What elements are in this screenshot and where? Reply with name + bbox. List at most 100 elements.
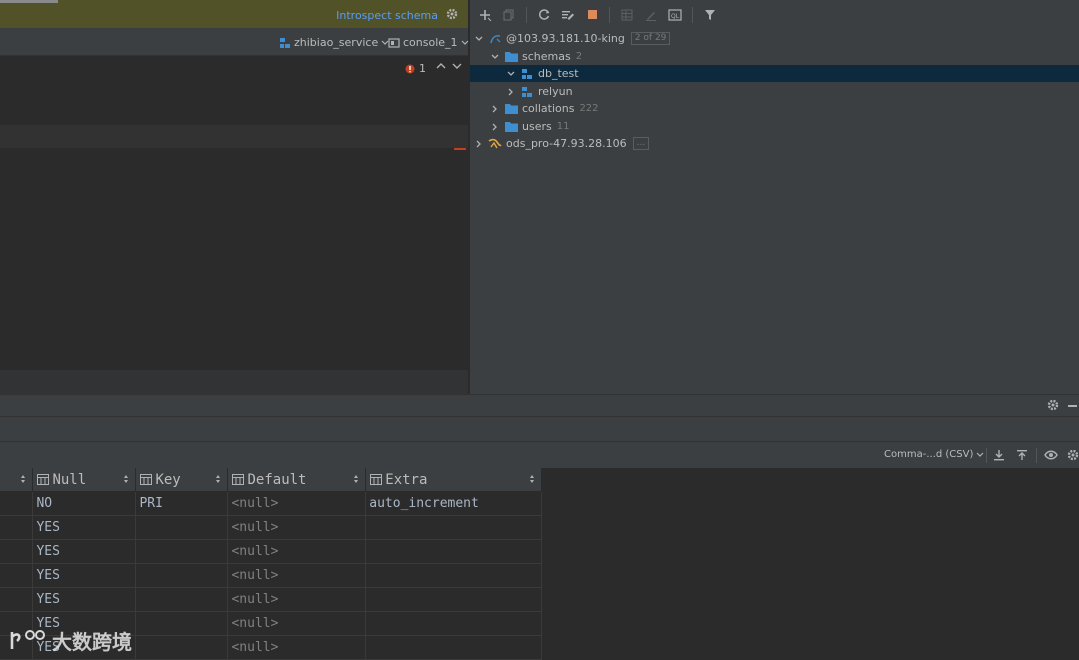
- table-cell[interactable]: YES: [32, 515, 137, 540]
- tree-schemas[interactable]: schemas 2: [470, 48, 1079, 65]
- table-cell[interactable]: <null>: [227, 539, 367, 564]
- tree-collations[interactable]: collations 222: [470, 100, 1079, 117]
- sort-icon[interactable]: [529, 474, 535, 484]
- table-cell[interactable]: YES: [32, 563, 137, 588]
- sql-console-icon[interactable]: QL: [666, 6, 684, 24]
- pencil-icon[interactable]: [642, 6, 660, 24]
- table-cell[interactable]: <null>: [227, 611, 367, 636]
- tree-schema-relyun[interactable]: relyun: [470, 83, 1079, 100]
- table-cell[interactable]: NO: [32, 491, 137, 516]
- export-format-selector[interactable]: Comma-...d (CSV): [884, 449, 984, 460]
- table-cell[interactable]: <null>: [227, 563, 367, 588]
- table-cell[interactable]: [0, 635, 34, 660]
- table-cell[interactable]: [135, 563, 229, 588]
- chevron-right-icon[interactable]: [489, 103, 501, 115]
- gear-icon[interactable]: [1065, 447, 1079, 463]
- column-header-null[interactable]: Null: [32, 468, 137, 492]
- error-indicator[interactable]: 1: [405, 62, 426, 75]
- gear-icon[interactable]: [1047, 399, 1059, 411]
- table-cell[interactable]: [0, 491, 34, 516]
- datasource-selector[interactable]: zhibiao_service: [279, 36, 389, 49]
- table-row[interactable]: YES <null>: [0, 539, 542, 564]
- table-cell[interactable]: [365, 611, 542, 636]
- sql-editor[interactable]: [0, 148, 468, 370]
- table-cell[interactable]: [0, 539, 34, 564]
- download-icon[interactable]: [991, 447, 1007, 463]
- chevron-right-icon[interactable]: [489, 121, 501, 133]
- table-cell[interactable]: [0, 515, 34, 540]
- table-cell[interactable]: [365, 539, 542, 564]
- column-header-partial[interactable]: [0, 468, 34, 492]
- sort-icon[interactable]: [123, 474, 129, 484]
- tree-count: 222: [579, 103, 599, 114]
- table-cell[interactable]: auto_increment: [365, 491, 542, 516]
- table-row[interactable]: YES <null>: [0, 515, 542, 540]
- table-cell[interactable]: YES: [32, 611, 137, 636]
- table-row[interactable]: YES <null>: [0, 611, 542, 636]
- tree-datasource-king[interactable]: @103.93.181.10-king 2 of 29: [470, 30, 1079, 47]
- table-row[interactable]: YES <null>: [0, 635, 542, 660]
- tree-label: collations: [522, 102, 575, 115]
- tree-schema-db-test[interactable]: db_test: [470, 65, 1079, 82]
- add-icon[interactable]: [476, 6, 494, 24]
- chevron-right-icon[interactable]: [505, 86, 517, 98]
- chevron-down-icon[interactable]: [505, 68, 517, 80]
- table-cell[interactable]: [365, 587, 542, 612]
- table-row[interactable]: NO PRI <null> auto_increment: [0, 491, 542, 516]
- upload-icon[interactable]: [1014, 447, 1030, 463]
- more-badge[interactable]: ...: [632, 137, 650, 150]
- tree-datasource-ods-pro[interactable]: ods_pro-47.93.28.106 ...: [470, 135, 1079, 152]
- sort-icon[interactable]: [353, 474, 359, 484]
- table-cell[interactable]: [135, 515, 229, 540]
- column-header-default[interactable]: Default: [227, 468, 367, 492]
- toolbar-separator: [526, 6, 527, 23]
- table-row[interactable]: YES <null>: [0, 563, 542, 588]
- chevron-up-icon[interactable]: [436, 61, 446, 71]
- chevron-down-icon[interactable]: [489, 51, 501, 63]
- copy-icon[interactable]: [500, 6, 518, 24]
- edit-properties-icon[interactable]: [559, 6, 577, 24]
- table-cell[interactable]: [135, 635, 229, 660]
- table-cell[interactable]: <null>: [227, 515, 367, 540]
- table-cell[interactable]: [365, 515, 542, 540]
- eye-icon[interactable]: [1043, 447, 1059, 463]
- filter-icon[interactable]: [701, 6, 719, 24]
- table-cell[interactable]: [135, 611, 229, 636]
- table-cell[interactable]: <null>: [227, 587, 367, 612]
- table-cell[interactable]: <null>: [227, 635, 367, 660]
- table-cell[interactable]: <null>: [227, 491, 367, 516]
- column-header-extra[interactable]: Extra: [365, 468, 542, 492]
- minimize-icon[interactable]: [1068, 405, 1077, 407]
- editor-caret-line[interactable]: [0, 125, 468, 148]
- sort-icon[interactable]: [215, 474, 221, 484]
- table-cell[interactable]: [135, 539, 229, 564]
- chevron-down-icon[interactable]: [452, 61, 462, 71]
- table-row[interactable]: YES <null>: [0, 587, 542, 612]
- sort-icon[interactable]: [20, 474, 26, 484]
- introspect-schema-link[interactable]: Introspect schema: [336, 9, 438, 22]
- tree-users[interactable]: users 11: [470, 118, 1079, 135]
- tree-label: relyun: [538, 85, 573, 98]
- table-cell[interactable]: [0, 587, 34, 612]
- folder-icon: [504, 120, 518, 134]
- table-cell[interactable]: YES: [32, 587, 137, 612]
- chevron-right-icon[interactable]: [473, 138, 485, 150]
- refresh-icon[interactable]: [535, 6, 553, 24]
- table-cell[interactable]: [0, 563, 34, 588]
- stop-icon[interactable]: [583, 6, 601, 24]
- chevron-down-icon: [976, 452, 984, 458]
- chevron-down-icon[interactable]: [473, 33, 485, 45]
- table-cell[interactable]: [135, 587, 229, 612]
- table-cell[interactable]: [0, 611, 34, 636]
- table-cell[interactable]: [365, 563, 542, 588]
- table-cell[interactable]: [365, 635, 542, 660]
- table-cell[interactable]: YES: [32, 635, 137, 660]
- console-selector[interactable]: console_1: [388, 36, 469, 49]
- error-stripe-marker[interactable]: [454, 148, 466, 150]
- column-header-key[interactable]: Key: [135, 468, 229, 492]
- table-cell[interactable]: PRI: [135, 491, 229, 516]
- table-cell[interactable]: YES: [32, 539, 137, 564]
- schemas-shown-badge[interactable]: 2 of 29: [630, 32, 671, 45]
- table-icon[interactable]: [618, 6, 636, 24]
- gear-icon[interactable]: [446, 8, 458, 20]
